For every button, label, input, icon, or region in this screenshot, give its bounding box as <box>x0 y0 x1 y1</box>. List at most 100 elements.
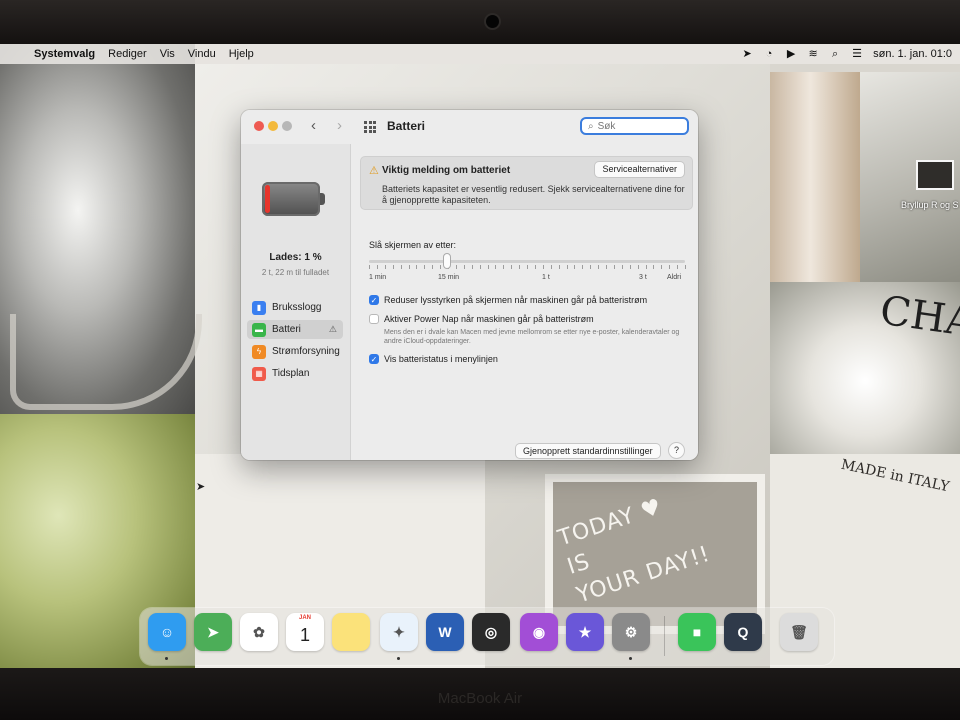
slider-tick <box>369 265 370 269</box>
menu-bar: Systemvalg Rediger Vis Vindu Hjelp ➤ ◔ ▶… <box>0 44 960 64</box>
slider-tick <box>392 265 394 269</box>
wifi-icon[interactable]: ≋ <box>807 48 819 60</box>
power-nap-checkbox[interactable] <box>369 314 379 324</box>
help-button[interactable]: ? <box>669 443 684 458</box>
warning-icon: ⚠ <box>369 165 379 177</box>
trash-icon[interactable]: 🗑 <box>780 613 818 651</box>
slider-tick <box>598 265 600 269</box>
battery-alert-panel: ⚠ Viktig melding om batteriet Servicealt… <box>360 156 693 210</box>
battery-icon: ▬ <box>252 322 266 337</box>
calendar-month-label: JAN <box>298 615 311 621</box>
option-dim-display[interactable]: ✓ Reduser lysstyrken på skjermen når mas… <box>369 294 647 306</box>
forward-chevron-icon[interactable]: › <box>337 117 342 134</box>
control-center-icon[interactable]: ☰ <box>851 48 863 60</box>
option-power-nap[interactable]: Aktiver Power Nap når maskinen går på ba… <box>369 313 594 325</box>
menu-vis[interactable]: Vis <box>160 48 175 60</box>
wallpaper-clouds <box>0 44 202 414</box>
slider-tick <box>574 265 576 269</box>
display-off-slider-thumb[interactable] <box>444 254 450 268</box>
finder-icon[interactable]: ☺ <box>148 613 186 651</box>
search-input[interactable] <box>597 120 668 132</box>
slider-tick <box>471 265 473 269</box>
play-icon[interactable]: ▶ <box>785 48 797 60</box>
laptop-brand-label: MacBook Air <box>437 690 523 707</box>
slider-tick <box>637 265 639 269</box>
desktop-file-label: Bryllup R og S re <box>900 200 960 210</box>
battery-level-icon <box>262 182 326 216</box>
tick-label-1-t: 1 t <box>542 274 550 281</box>
notes-icon[interactable] <box>332 613 370 651</box>
facetime-icon[interactable]: ■ <box>678 613 716 651</box>
desktop-file-thumbnail <box>916 160 954 190</box>
slider-tick <box>479 265 481 269</box>
blender-icon[interactable]: ◎ <box>472 613 510 651</box>
display-off-label: Slå skjermen av etter: <box>369 240 457 250</box>
word-icon[interactable]: W <box>426 613 464 651</box>
slider-tick <box>590 265 592 269</box>
slider-tick <box>629 265 631 269</box>
maps-icon[interactable]: ➤ <box>194 613 232 651</box>
show-battery-status-label: Vis batteristatus i menylinjen <box>384 354 498 364</box>
screen-time-icon[interactable]: ◔ <box>763 48 775 60</box>
service-options-button[interactable]: Servicealternativer <box>595 162 684 177</box>
slider-tick <box>424 265 426 269</box>
window-titlebar[interactable]: ‹ › Batteri ⌕ <box>241 110 698 144</box>
mouse-cursor-icon: ➤ <box>196 481 206 493</box>
calendar-icon[interactable]: JAN 1 <box>286 613 324 651</box>
restore-defaults-button[interactable]: Gjenopprett standardinnstillinger <box>516 444 660 458</box>
minimize-button[interactable] <box>268 121 278 131</box>
lightning-icon: ϟ <box>252 344 266 359</box>
charge-time-remaining: 2 t, 22 m til fulladet <box>261 268 330 277</box>
alert-message: Batteriets kapasitet er vesentlig reduse… <box>382 184 685 205</box>
slider-tick <box>487 265 489 269</box>
calendar-icon: ▦ <box>252 366 266 381</box>
podcasts-icon[interactable]: ◉ <box>520 613 558 651</box>
window-title: Batteri <box>387 119 426 133</box>
imovie-icon[interactable]: ★ <box>566 613 604 651</box>
back-chevron-icon[interactable]: ‹ <box>311 117 316 134</box>
location-icon[interactable]: ➤ <box>741 48 753 60</box>
sidebar-item-label: Batteri <box>272 324 301 335</box>
zoom-button[interactable] <box>282 121 292 131</box>
option-show-battery-status[interactable]: ✓ Vis batteristatus i menylinjen <box>369 353 498 365</box>
slider-tick <box>550 265 552 269</box>
show-battery-status-checkbox[interactable]: ✓ <box>369 354 379 364</box>
menu-hjelp[interactable]: Hjelp <box>229 48 254 60</box>
slider-tick <box>685 265 686 269</box>
slider-tick <box>677 265 679 269</box>
power-nap-description: Mens den er i dvale kan Macen med jevne … <box>384 329 680 345</box>
power-nap-label: Aktiver Power Nap når maskinen går på ba… <box>384 314 594 324</box>
display-off-slider-track[interactable] <box>369 260 685 263</box>
system-preferences-icon[interactable]: ⚙ <box>612 613 650 651</box>
slider-tick <box>503 265 505 269</box>
tick-label-3-t: 3 t <box>639 274 647 281</box>
dock: ☺ ➤ ✿ JAN 1 ✦ W ◎ ◉ ★ ⚙ ■ Q 🗑 <box>140 608 834 665</box>
slider-tick <box>542 265 544 269</box>
photos-icon[interactable]: ✿ <box>240 613 278 651</box>
menu-vindu[interactable]: Vindu <box>188 48 216 60</box>
slider-tick <box>519 265 521 269</box>
sidebar-item-schedule[interactable]: ▦ Tidsplan <box>247 364 343 383</box>
slider-tick <box>653 265 655 269</box>
battery-preferences-window: ‹ › Batteri ⌕ Lades: 1 % 2 t, 22 m til f… <box>241 110 698 460</box>
safari-icon[interactable]: ✦ <box>380 613 418 651</box>
tick-label-15-min: 15 min <box>438 274 460 281</box>
search-icon[interactable]: ⌕ <box>829 48 841 60</box>
sidebar-item-battery[interactable]: ▬ Batteri ⚠ <box>247 320 343 339</box>
slider-tick <box>408 265 410 269</box>
show-all-grid-icon[interactable] <box>364 121 376 133</box>
slider-tick <box>527 265 528 269</box>
menu-rediger[interactable]: Rediger <box>108 48 147 60</box>
sidebar-item-usage-history[interactable]: ▮ Bruksslogg <box>247 298 343 317</box>
menu-clock[interactable]: søn. 1. jan. 01:0 <box>873 48 952 60</box>
slider-tick <box>384 265 386 269</box>
dim-display-checkbox[interactable]: ✓ <box>369 295 379 305</box>
slider-tick <box>455 265 457 269</box>
menu-app-name[interactable]: Systemvalg <box>34 48 95 60</box>
search-field[interactable]: ⌕ <box>580 117 689 135</box>
desktop-file[interactable]: Bryllup R og S re <box>896 160 960 210</box>
close-button[interactable] <box>254 121 264 131</box>
running-indicator <box>397 657 400 660</box>
quicktime-icon[interactable]: Q <box>724 613 762 651</box>
sidebar-item-power-adapter[interactable]: ϟ Strømforsyning <box>247 342 343 361</box>
